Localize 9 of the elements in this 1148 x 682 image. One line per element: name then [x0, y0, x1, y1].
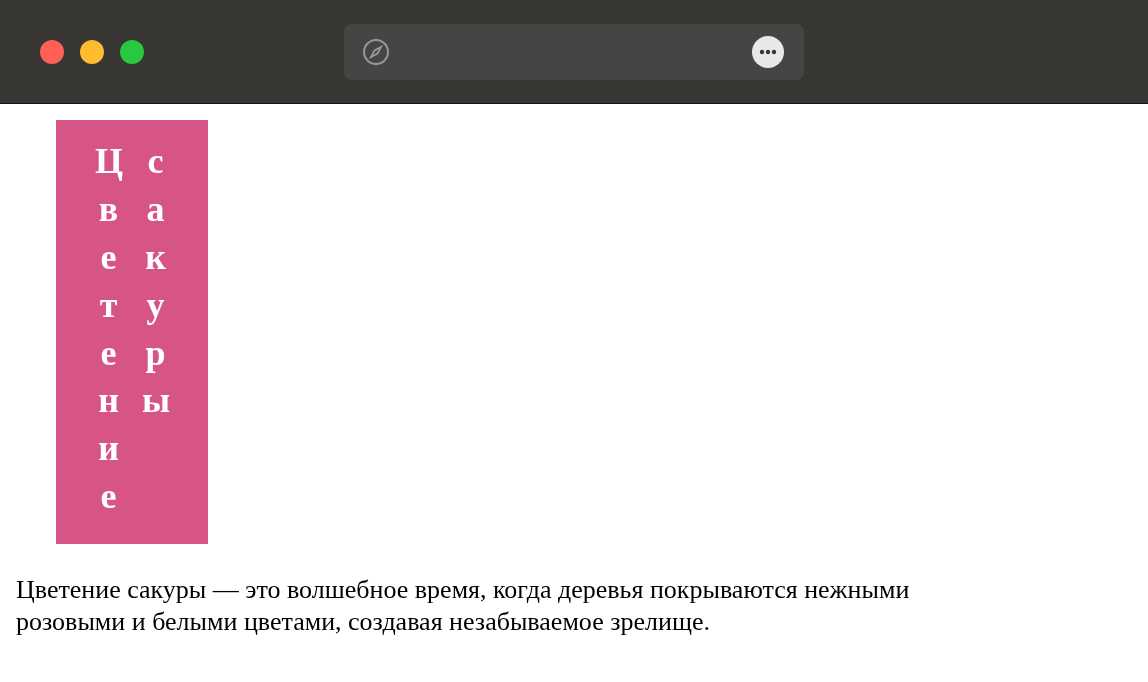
minimize-button[interactable] [80, 39, 104, 64]
more-icon[interactable] [752, 35, 784, 68]
vertical-title: сакуры [142, 140, 169, 423]
vertical-title: Цветение [95, 140, 122, 519]
zoom-button[interactable] [120, 39, 144, 64]
paragraph: Цветение сакуры — это волшебное время, когда деревья покрываются нежными розовыми и белыми цветами, создавая незабываемое зрелище. [16, 574, 911, 638]
compass-icon [362, 37, 390, 66]
close-button[interactable] [40, 39, 64, 64]
address-bar[interactable] [344, 23, 804, 80]
